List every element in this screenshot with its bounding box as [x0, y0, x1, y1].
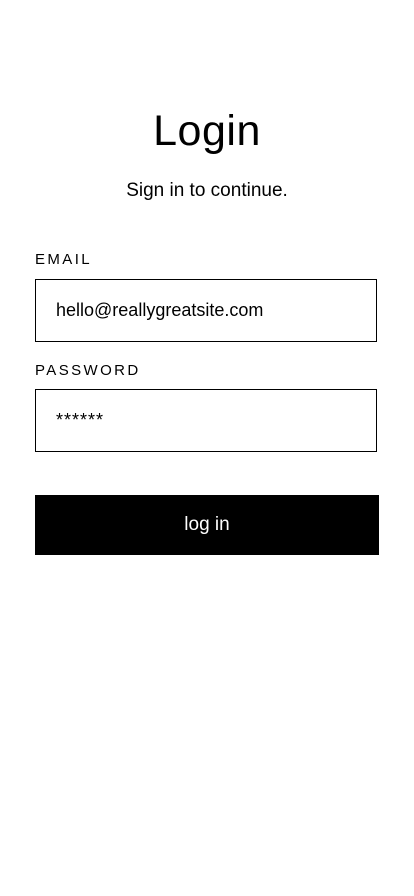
login-screen: Login Sign in to continue. EMAIL PASSWOR… [0, 0, 414, 896]
password-label: PASSWORD [35, 362, 141, 379]
password-field[interactable] [35, 389, 377, 452]
login-button[interactable]: log in [35, 495, 379, 555]
email-field[interactable] [35, 279, 377, 342]
page-subtitle: Sign in to continue. [126, 180, 288, 201]
page-title: Login [153, 107, 261, 155]
email-label: EMAIL [35, 251, 93, 268]
